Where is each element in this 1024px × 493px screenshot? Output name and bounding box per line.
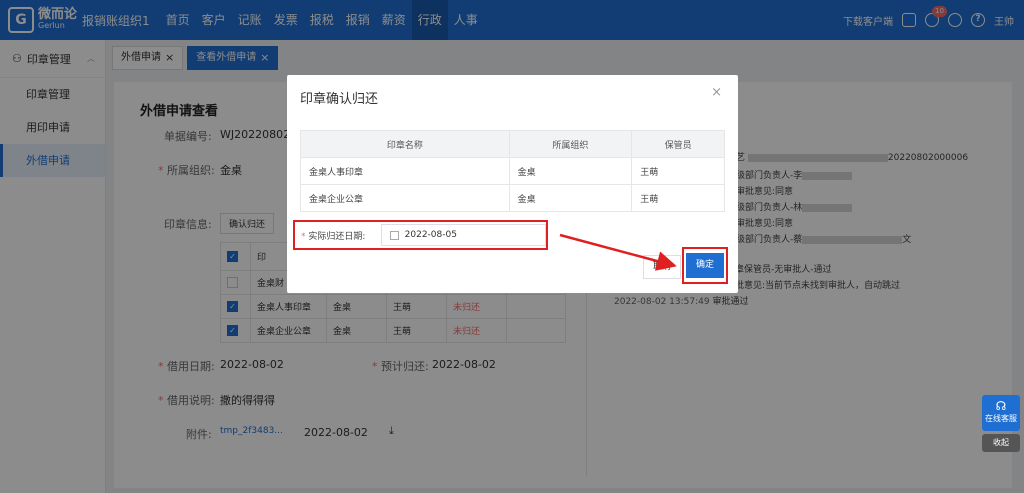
confirm-return-dialog: 印章确认归还 × 印章名称 所属组织 保管员 金桌人事印章 金桌 王萌 金桌企业… <box>287 75 738 293</box>
close-icon[interactable]: × <box>711 85 722 100</box>
column-header: 印章名称 <box>300 130 510 158</box>
cancel-button[interactable]: 取消 <box>643 255 681 279</box>
ok-button-highlight: 确定 <box>682 247 728 284</box>
seal-keeper: 王萌 <box>631 157 725 185</box>
seal-name: 金桌人事印章 <box>300 157 510 185</box>
service-label: 在线客服 <box>985 414 1017 423</box>
seal-name: 金桌企业公章 <box>300 184 510 212</box>
table-header-row: 印章名称 所属组织 保管员 <box>300 130 725 158</box>
online-service-button[interactable]: ☊ 在线客服 <box>982 395 1020 431</box>
ok-button[interactable]: 确定 <box>686 253 724 278</box>
return-date-label: * 实际归还日期: <box>301 231 366 242</box>
table-row: 金桌人事印章 金桌 王萌 <box>300 157 725 185</box>
dialog-title: 印章确认归还 <box>300 92 379 107</box>
table-row: 金桌企业公章 金桌 王萌 <box>300 184 725 212</box>
calendar-icon <box>389 230 399 240</box>
seal-org: 金桌 <box>508 157 633 185</box>
collapse-button[interactable]: 收起 <box>982 434 1020 452</box>
return-seal-table: 印章名称 所属组织 保管员 金桌人事印章 金桌 王萌 金桌企业公章 金桌 王萌 <box>300 130 725 212</box>
column-header: 所属组织 <box>508 130 633 158</box>
return-date-field-highlight: * 实际归还日期: 2022-08-05 <box>293 220 548 250</box>
return-date-value: 2022-08-05 <box>404 230 457 240</box>
headset-icon: ☊ <box>995 399 1007 413</box>
seal-keeper: 王萌 <box>631 184 725 212</box>
return-date-picker[interactable]: 2022-08-05 <box>380 224 546 246</box>
column-header: 保管员 <box>631 130 725 158</box>
seal-org: 金桌 <box>508 184 633 212</box>
